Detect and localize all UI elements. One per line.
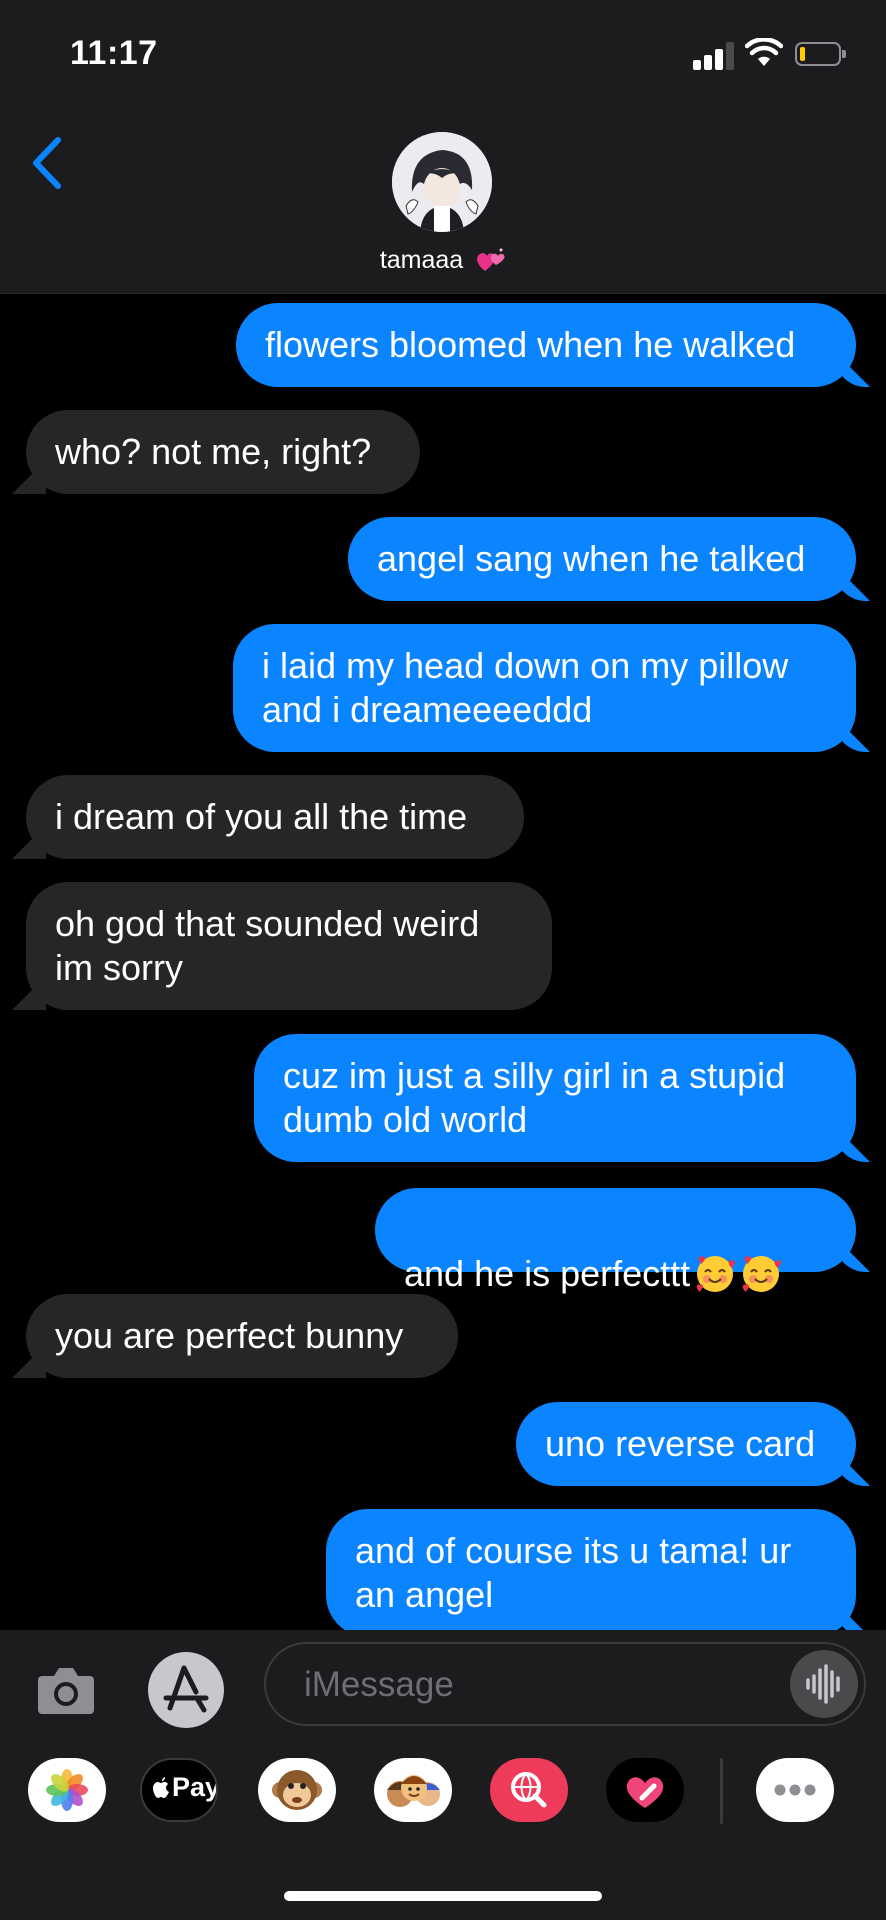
web-search-icon (511, 1772, 547, 1808)
monkey-animoji-icon (272, 1770, 322, 1810)
smiling-hearts-emoji-icon (742, 1256, 782, 1292)
wifi-icon (745, 38, 783, 66)
memoji-app[interactable] (374, 1758, 452, 1822)
photos-icon (46, 1769, 88, 1811)
message-sent[interactable]: cuz im just a silly girl in a stupid dum… (254, 1034, 856, 1162)
smiling-hearts-emoji-icon (696, 1256, 736, 1292)
more-apps-button[interactable] (756, 1758, 834, 1822)
message-input-field[interactable] (264, 1642, 866, 1726)
back-chevron-icon[interactable] (28, 136, 68, 190)
app-store-button[interactable] (148, 1652, 224, 1728)
status-time: 11:17 (70, 34, 158, 72)
imessage-app-drawer: Pay (0, 1752, 886, 1842)
message-received[interactable]: oh god that sounded weird im sorry (26, 882, 552, 1010)
message-sent[interactable]: and he is perfecttt (375, 1188, 856, 1294)
composer-bar: Pay (0, 1630, 886, 1920)
apple-pay-app[interactable]: Pay (140, 1758, 218, 1822)
photos-app[interactable] (28, 1758, 106, 1822)
camera-icon[interactable] (32, 1660, 100, 1720)
message-received[interactable]: i dream of you all the time (26, 775, 524, 859)
message-sent[interactable]: i laid my head down on my pillow and i d… (233, 624, 856, 752)
message-sent[interactable]: uno reverse card (516, 1402, 856, 1486)
app-drawer-divider (720, 1758, 723, 1824)
message-sent[interactable]: and of course its u tama! ur an angel (326, 1509, 856, 1630)
apple-pay-label: Pay (172, 1772, 218, 1802)
audio-message-button[interactable] (790, 1650, 858, 1718)
contact-avatar[interactable] (392, 132, 492, 232)
message-sent[interactable]: angel sang when he talked (348, 517, 856, 601)
contact-name[interactable]: tamaaa (0, 246, 886, 275)
message-list[interactable]: flowers bloomed when he walked who? not … (0, 294, 886, 1630)
message-input[interactable] (302, 1654, 736, 1716)
web-search-app[interactable] (490, 1758, 568, 1822)
message-received[interactable]: you are perfect bunny (26, 1294, 458, 1378)
contact-name-text: tamaaa (379, 246, 464, 274)
message-text: and he is perfecttt (404, 1253, 691, 1294)
battery-icon (795, 42, 846, 66)
conversation-header: tamaaa (0, 100, 886, 294)
more-icon (774, 1784, 816, 1796)
message-sent[interactable]: flowers bloomed when he walked (236, 303, 856, 387)
digital-touch-icon (626, 1777, 664, 1808)
digital-touch-app[interactable] (606, 1758, 684, 1822)
message-received[interactable]: who? not me, right? (26, 410, 420, 494)
memoji-icon (387, 1775, 440, 1807)
audio-waveform-icon (806, 1664, 840, 1704)
animoji-app[interactable] (258, 1758, 336, 1822)
cellular-signal-icon (693, 40, 737, 70)
app-store-icon (163, 1665, 209, 1713)
status-bar: 11:17 (0, 0, 886, 100)
home-indicator[interactable] (284, 1891, 602, 1901)
heart-emoji-icon (477, 248, 505, 272)
